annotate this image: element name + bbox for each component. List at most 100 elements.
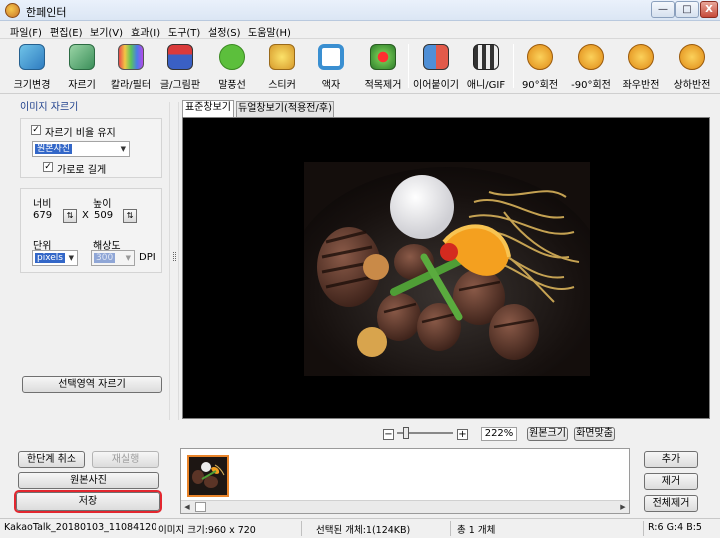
status-image-size: 이미지 크기:960 x 720 <box>158 525 256 536</box>
width-label: 너비 <box>33 199 52 210</box>
rotate-right-icon <box>527 44 553 70</box>
status-divider <box>450 521 451 536</box>
tab-dual-view[interactable]: 듀얼창보기(적용전/후) <box>236 101 334 117</box>
tool-flip-horizontal[interactable]: 좌우반전 <box>623 42 659 92</box>
landscape-checkbox[interactable]: ✓ <box>43 162 53 172</box>
menu-bar: 파일(F) 편집(E) 보기(V) 효과(I) 도구(T) 설정(S) 도움말(… <box>0 21 720 39</box>
crop-icon <box>69 44 95 70</box>
menu-view[interactable]: 보기(V) <box>90 24 123 39</box>
menu-help[interactable]: 도움말(H) <box>248 24 291 39</box>
app-icon <box>5 3 20 18</box>
animation-gif-icon <box>473 44 499 70</box>
photo-steak-plate <box>304 162 590 376</box>
tool-flip-vertical[interactable]: 상하반전 <box>674 42 710 92</box>
remove-button[interactable]: 제거 <box>644 473 698 490</box>
merge-icon <box>423 44 449 70</box>
original-photo-button[interactable]: 원본사진 <box>18 472 159 489</box>
crop-selection-button[interactable]: 선택영역 자르기 <box>22 376 162 393</box>
zoom-slider-thumb[interactable] <box>403 427 409 439</box>
tool-text-draw[interactable]: 글/그림판 <box>160 42 200 92</box>
rotate-left-icon <box>578 44 604 70</box>
width-spin-icon[interactable]: ⇅ <box>63 209 77 223</box>
window-title: 한페인터 <box>26 6 67 19</box>
width-value[interactable]: 679 <box>33 210 52 221</box>
toolbar-separator <box>408 44 409 88</box>
resize-icon <box>19 44 45 70</box>
tool-crop[interactable]: 자르기 <box>64 42 100 92</box>
thumbnail-list[interactable]: ◀ ▶ <box>180 448 630 514</box>
tab-standard-view[interactable]: 표준창보기 <box>182 100 234 118</box>
minimize-button[interactable]: — <box>651 1 675 18</box>
save-button[interactable]: 저장 <box>16 492 160 511</box>
ratio-group: ✓ 자르기 비율 유지 원본사진 ▼ ✓ 가로로 길게 <box>20 118 162 178</box>
flip-vertical-icon <box>679 44 705 70</box>
add-button[interactable]: 추가 <box>644 451 698 468</box>
height-spin-icon[interactable]: ⇅ <box>123 209 137 223</box>
status-total: 총 1 개체 <box>457 525 496 536</box>
ratio-select[interactable]: 원본사진 ▼ <box>32 141 130 157</box>
status-rgb: R:6 G:4 B:5 <box>648 522 702 533</box>
size-group: 너비 높이 679 ⇅ X 509 ⇅ 단위 해상도 pixels ▼ 300 … <box>20 188 162 273</box>
zoom-out-button[interactable]: − <box>383 429 394 440</box>
resolution-select: 300 ▼ <box>91 250 135 266</box>
zoom-value: 222% <box>481 427 517 441</box>
scroll-right-icon[interactable]: ▶ <box>617 501 629 513</box>
dpi-label: DPI <box>139 252 156 263</box>
height-value[interactable]: 509 <box>94 210 113 221</box>
chevron-down-icon: ▼ <box>68 254 74 262</box>
status-divider <box>643 521 644 536</box>
color-filter-icon <box>118 44 144 70</box>
panel-splitter[interactable] <box>169 102 179 420</box>
landscape-label: 가로로 길게 <box>57 165 107 176</box>
menu-edit[interactable]: 편집(E) <box>50 24 83 39</box>
close-button[interactable]: X <box>700 1 718 18</box>
menu-effects[interactable]: 효과(I) <box>131 24 160 39</box>
scrollbar-thumb[interactable] <box>195 502 206 512</box>
undo-button[interactable]: 한단계 취소 <box>18 451 85 468</box>
crop-panel-title: 이미지 자르기 <box>20 102 79 113</box>
menu-settings[interactable]: 설정(S) <box>208 24 241 39</box>
fit-screen-button[interactable]: 화면맞춤 <box>574 427 615 441</box>
tool-merge[interactable]: 이어붙이기 <box>413 42 459 92</box>
maximize-button[interactable]: □ <box>675 1 699 18</box>
flip-horizontal-icon <box>628 44 654 70</box>
toolbar: 크기변경 자르기 칼라/필터 글/그림판 말풍선 스티커 액자 적목제거 이어붙… <box>0 39 720 94</box>
status-selected: 선택된 개체:1(124KB) <box>316 525 411 536</box>
sticker-icon <box>269 44 295 70</box>
speech-bubble-icon <box>219 44 245 70</box>
text-draw-icon <box>167 44 193 70</box>
unit-select[interactable]: pixels ▼ <box>32 250 78 266</box>
remove-all-button[interactable]: 전체제거 <box>644 495 698 512</box>
keep-ratio-label: 자르기 비율 유지 <box>45 128 116 139</box>
menu-tools[interactable]: 도구(T) <box>168 24 200 39</box>
redo-button: 재실행 <box>92 451 159 468</box>
tool-sticker[interactable]: 스티커 <box>264 42 300 92</box>
height-label: 높이 <box>93 199 112 210</box>
status-bar: KakaoTalk_20180103_110841207.jpg 이미지 크기:… <box>0 518 720 538</box>
tool-frame[interactable]: 액자 <box>313 42 349 92</box>
scroll-left-icon[interactable]: ◀ <box>181 501 193 513</box>
zoom-in-button[interactable]: + <box>457 429 468 440</box>
tool-red-eye[interactable]: 적목제거 <box>365 42 401 92</box>
title-bar: 한페인터 — □ X <box>0 0 720 21</box>
menu-file[interactable]: 파일(F) <box>10 24 42 39</box>
keep-ratio-checkbox[interactable]: ✓ <box>31 125 41 135</box>
chevron-down-icon: ▼ <box>120 145 126 153</box>
thumbnail-item[interactable] <box>187 455 229 497</box>
status-filename: KakaoTalk_20180103_110841207.jpg <box>4 522 156 533</box>
frame-icon <box>318 44 344 70</box>
tool-speech-bubble[interactable]: 말풍선 <box>214 42 250 92</box>
chevron-down-icon: ▼ <box>125 254 131 262</box>
thumbnail-scrollbar[interactable]: ◀ ▶ <box>181 500 629 513</box>
tool-animation-gif[interactable]: 애니/GIF <box>467 42 505 92</box>
red-eye-icon <box>370 44 396 70</box>
tool-rotate-right[interactable]: 90°회전 <box>522 42 558 92</box>
status-divider <box>301 521 302 536</box>
times-label: X <box>82 210 89 221</box>
splitter-grip-icon <box>173 252 176 261</box>
tool-resize[interactable]: 크기변경 <box>14 42 50 92</box>
original-size-button[interactable]: 원본크기 <box>527 427 568 441</box>
tool-color-filter[interactable]: 칼라/필터 <box>111 42 151 92</box>
image-viewport[interactable] <box>182 117 710 419</box>
tool-rotate-left[interactable]: -90°회전 <box>571 42 611 92</box>
